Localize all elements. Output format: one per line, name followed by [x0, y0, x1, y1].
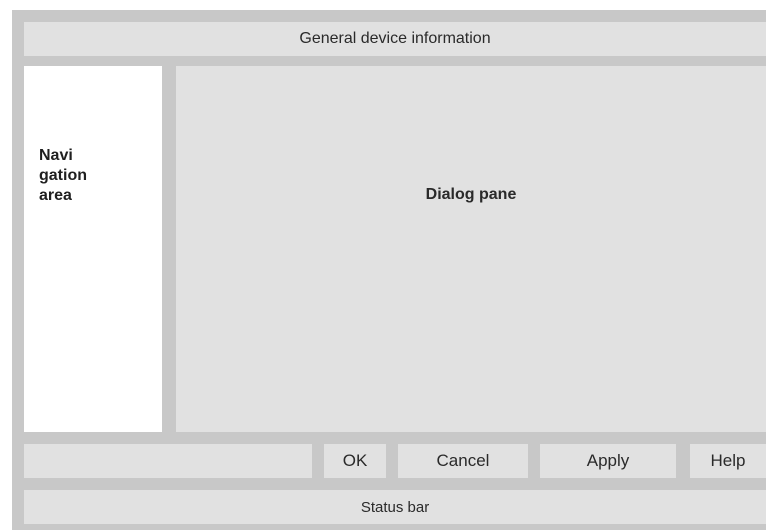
apply-button-label: Apply — [586, 451, 630, 470]
dialog-pane: Dialog pane — [176, 66, 766, 432]
header-title: General device information — [299, 30, 491, 47]
cancel-button[interactable]: Cancel — [398, 444, 528, 478]
status-bar: Status bar — [24, 490, 766, 524]
help-button-label: Help — [710, 451, 746, 470]
general-device-information-header: General device information — [24, 22, 766, 56]
status-bar-label: Status bar — [360, 498, 430, 516]
cancel-button-label: Cancel — [436, 451, 490, 470]
navigation-area-label: Navi gation area — [39, 147, 87, 204]
ui-layout-diagram: General device information Navi gation a… — [12, 10, 766, 530]
apply-button[interactable]: Apply — [540, 444, 676, 478]
dialog-pane-label: Dialog pane — [425, 186, 517, 203]
ok-button[interactable]: OK — [324, 444, 386, 478]
help-button[interactable]: Help — [690, 444, 766, 478]
button-bar-spacer — [24, 444, 312, 478]
ok-button-label: OK — [342, 451, 368, 470]
navigation-area: Navi gation area — [24, 66, 162, 432]
